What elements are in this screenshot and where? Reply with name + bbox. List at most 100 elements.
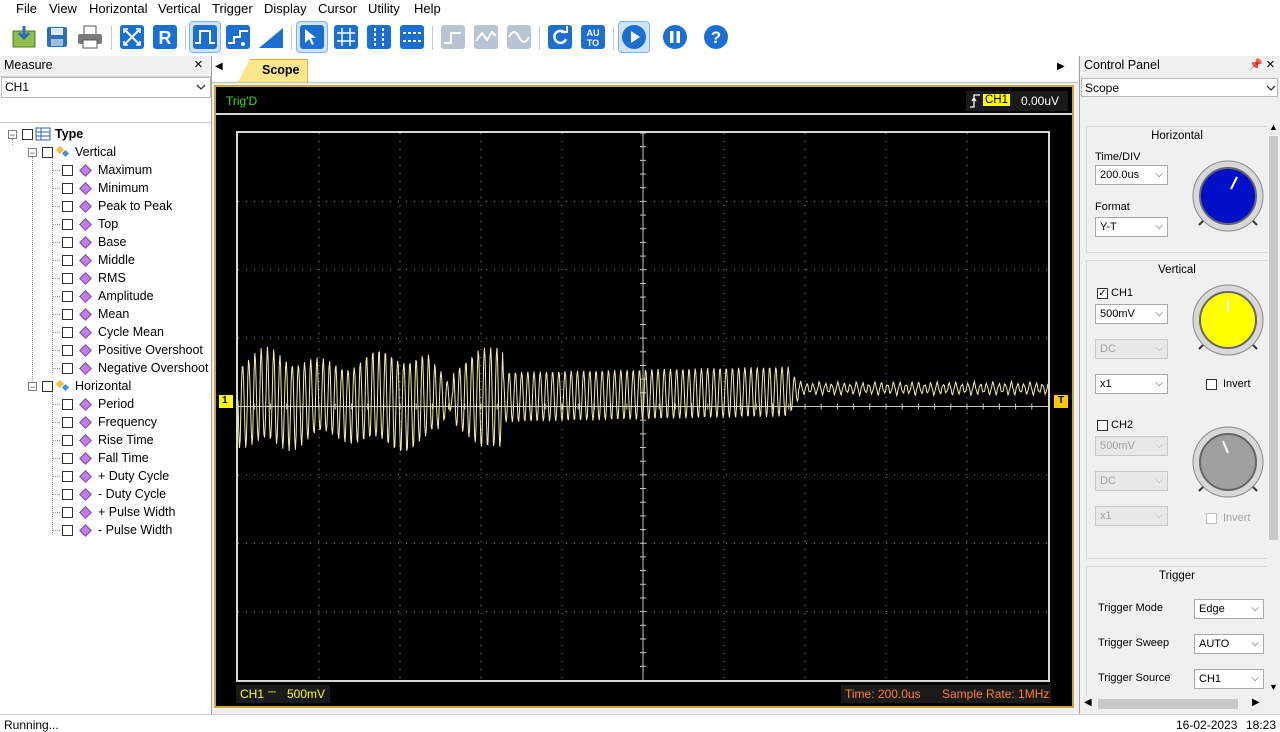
checkbox[interactable] (62, 362, 73, 374)
menu-display[interactable]: Display (264, 1, 307, 16)
list-item[interactable]: Base (52, 233, 127, 251)
checkbox[interactable] (62, 272, 73, 284)
checkbox[interactable] (62, 524, 73, 536)
ch2-volt-knob[interactable] (1191, 425, 1265, 499)
list-item[interactable]: Maximum (52, 161, 152, 179)
tab-left-arrow-icon[interactable]: ◀ (215, 61, 223, 72)
close-icon[interactable]: × (1266, 56, 1275, 73)
time-div-select[interactable]: 200.0us ⌵ (1095, 165, 1168, 185)
menu-cursor[interactable]: Cursor (318, 1, 357, 16)
checkbox[interactable] (62, 506, 73, 518)
measure-channel-select[interactable]: CH1 (1, 77, 211, 98)
list-item[interactable]: + Duty Cycle (52, 467, 169, 485)
ch1-checkbox[interactable]: ✓ (1097, 288, 1108, 299)
vertical-cursor-icon[interactable] (364, 22, 394, 52)
list-item[interactable]: Mean (52, 305, 129, 323)
checkbox[interactable] (62, 398, 73, 410)
tab-scope[interactable]: Scope (238, 59, 308, 82)
ch2-probe-select[interactable]: x1 ⌵ (1095, 506, 1168, 526)
menu-utility[interactable]: Utility (368, 1, 400, 16)
autoscale-icon[interactable] (117, 22, 147, 52)
scope-display[interactable]: Trig'D CH1 0.00uV 1 T CH1 ⎓ 500mV Time: … (214, 85, 1074, 708)
open-icon[interactable] (9, 22, 39, 52)
tab-right-arrow-icon[interactable]: ▶ (1057, 61, 1065, 72)
checkbox[interactable] (22, 128, 33, 140)
ch2-invert-checkbox[interactable] (1206, 513, 1217, 524)
auto-icon[interactable]: AU TO (578, 22, 608, 52)
trigger-source-select[interactable]: CH1 ⌵ (1194, 669, 1264, 689)
list-item[interactable]: Period (52, 395, 134, 413)
scroll-up-icon[interactable]: ▲ (1269, 122, 1278, 132)
list-item[interactable]: RMS (52, 269, 126, 287)
list-item[interactable]: Positive Overshoot (52, 341, 203, 359)
trigger-mode-select[interactable]: Edge ⌵ (1194, 599, 1264, 619)
scroll-left-icon[interactable]: ◀ (1084, 697, 1092, 708)
horizontal-scrollbar[interactable]: ◀ ▶ (1080, 696, 1280, 712)
tree-root[interactable]: − Type (8, 125, 83, 143)
step-wave-icon[interactable] (438, 22, 468, 52)
horizontal-cursor-icon[interactable] (397, 22, 427, 52)
print-icon[interactable] (75, 22, 105, 52)
scroll-thumb[interactable] (1098, 699, 1238, 709)
list-item[interactable]: - Pulse Width (52, 521, 172, 539)
checkbox[interactable] (62, 470, 73, 482)
menu-vertical[interactable]: Vertical (158, 1, 201, 16)
ch1-coupling-select[interactable]: DC ⌵ (1095, 339, 1168, 359)
help-icon[interactable]: ? (701, 22, 731, 52)
trigger-sweep-select[interactable]: AUTO ⌵ (1194, 634, 1264, 654)
reset-icon[interactable]: R (150, 22, 180, 52)
menu-help[interactable]: Help (414, 1, 441, 16)
mode-select[interactable]: Scope (1081, 78, 1278, 97)
save-icon[interactable] (42, 22, 72, 52)
checkbox[interactable] (42, 380, 53, 392)
pulse-icon[interactable] (189, 21, 221, 53)
checkbox[interactable] (62, 182, 73, 194)
checkbox[interactable] (62, 488, 73, 500)
timebase-knob[interactable] (1191, 159, 1265, 233)
checkbox[interactable] (62, 218, 73, 230)
checkbox[interactable] (42, 146, 53, 158)
ch2-coupling-select[interactable]: DC ⌵ (1095, 471, 1168, 491)
scroll-right-icon[interactable]: ▶ (1252, 697, 1260, 708)
menu-file[interactable]: File (16, 1, 37, 16)
ch1-marker[interactable]: 1 (219, 395, 233, 408)
list-item[interactable]: Frequency (52, 413, 157, 431)
menu-view[interactable]: View (49, 1, 77, 16)
menu-trigger[interactable]: Trigger (212, 1, 253, 16)
checkbox[interactable] (62, 254, 73, 266)
format-select[interactable]: Y-T ⌵ (1095, 217, 1168, 237)
list-item[interactable]: Minimum (52, 179, 149, 197)
list-item[interactable]: - Duty Cycle (52, 485, 166, 503)
checkbox[interactable] (62, 236, 73, 248)
measure-close-icon[interactable]: × (194, 56, 203, 73)
ch1-volt-select[interactable]: 500mV ⌵ (1095, 304, 1168, 324)
tree-group-vertical[interactable]: − Vertical (28, 143, 116, 161)
scroll-down-icon[interactable]: ▼ (1269, 682, 1278, 692)
ch2-checkbox[interactable] (1097, 420, 1108, 431)
checkbox[interactable] (62, 164, 73, 176)
tree-group-horizontal[interactable]: − Horizontal (28, 377, 131, 395)
scroll-thumb[interactable] (1269, 136, 1278, 540)
grid-icon[interactable] (331, 22, 361, 52)
collapse-icon[interactable]: − (28, 147, 37, 157)
ramp-icon[interactable] (256, 22, 286, 52)
pin-icon[interactable]: 📌 (1249, 58, 1263, 71)
collapse-icon[interactable]: − (28, 381, 37, 391)
sine-icon[interactable] (504, 22, 534, 52)
vertical-scrollbar[interactable]: ▲ ▼ (1267, 122, 1280, 696)
checkbox[interactable] (62, 344, 73, 356)
checkbox[interactable] (62, 308, 73, 320)
trigger-level-marker[interactable]: T (1054, 395, 1068, 408)
list-item[interactable]: Top (52, 215, 118, 233)
checkbox[interactable] (62, 434, 73, 446)
list-item[interactable]: Cycle Mean (52, 323, 164, 341)
ch1-probe-select[interactable]: x1 ⌵ (1095, 374, 1168, 394)
ch1-invert-checkbox[interactable] (1206, 379, 1217, 390)
pause-icon[interactable] (660, 22, 690, 52)
checkbox[interactable] (62, 452, 73, 464)
checkbox[interactable] (62, 416, 73, 428)
menu-horizontal[interactable]: Horizontal (89, 1, 148, 16)
list-item[interactable]: Middle (52, 251, 135, 269)
wave-icon[interactable] (471, 22, 501, 52)
checkbox[interactable] (62, 326, 73, 338)
